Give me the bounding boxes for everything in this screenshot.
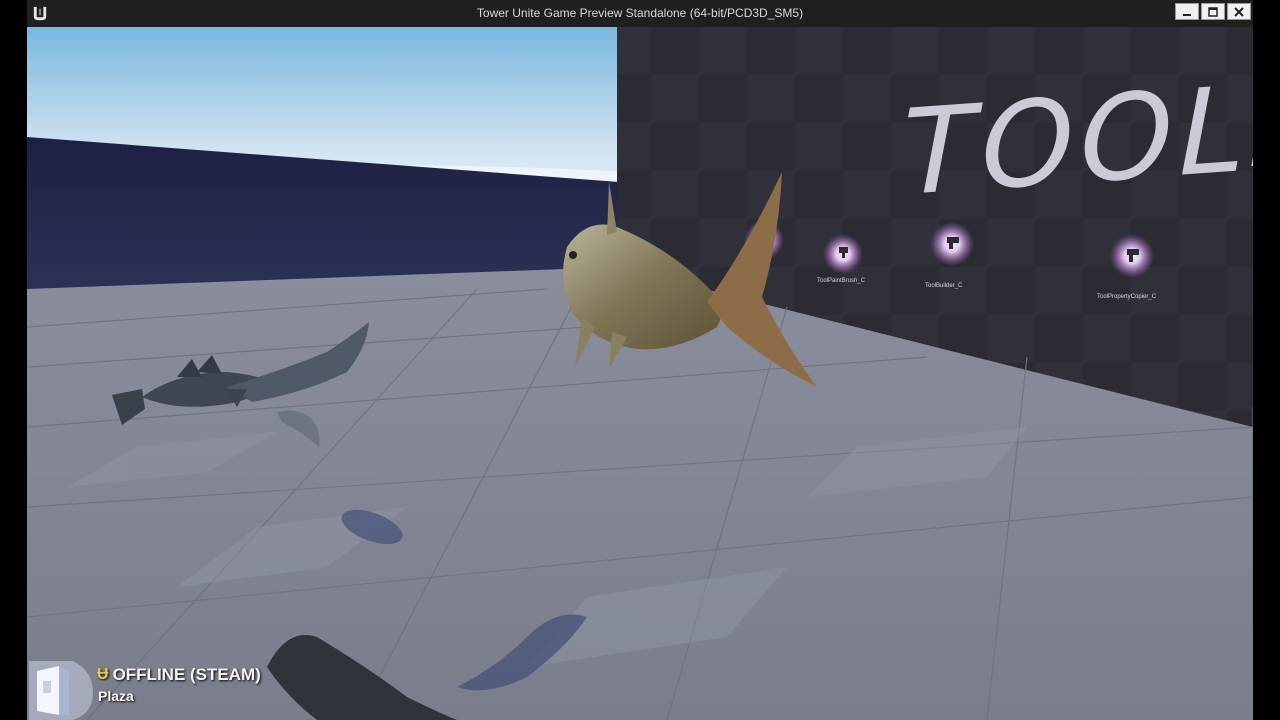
game-viewport[interactable]: TOOLS ToolPaintBrush_C ToolBuilder_C Too…: [27, 27, 1253, 720]
tower-unite-logo-icon: [29, 661, 93, 720]
window-title: Tower Unite Game Preview Standalone (64-…: [476, 6, 804, 20]
connection-status-text: OFFLINE (STEAM): [112, 665, 261, 684]
title-bar[interactable]: Tower Unite Game Preview Standalone (64-…: [27, 0, 1253, 27]
pickup-label-builder: ToolBuilder_C: [925, 283, 963, 289]
location-name: Plaza: [98, 688, 134, 704]
close-icon: [1234, 6, 1244, 17]
maximize-button[interactable]: [1201, 3, 1225, 20]
window-controls: [1175, 3, 1251, 20]
connection-status: Ʉ OFFLINE (STEAM): [97, 665, 261, 685]
maximize-icon: [1208, 6, 1218, 17]
hud-status-panel: Ʉ OFFLINE (STEAM) Plaza: [27, 661, 307, 720]
pickup-label-paint-brush: ToolPaintBrush_C: [817, 278, 866, 284]
u-coin-icon: Ʉ: [97, 666, 109, 683]
game-window: Tower Unite Game Preview Standalone (64-…: [27, 0, 1253, 720]
pickup-label-property-copier: ToolPropertyCopier_C: [1097, 294, 1157, 300]
close-button[interactable]: [1227, 3, 1251, 20]
minimize-icon: [1183, 13, 1191, 16]
minimize-button[interactable]: [1175, 3, 1199, 20]
tools-sign: TOOLS: [903, 54, 1253, 222]
